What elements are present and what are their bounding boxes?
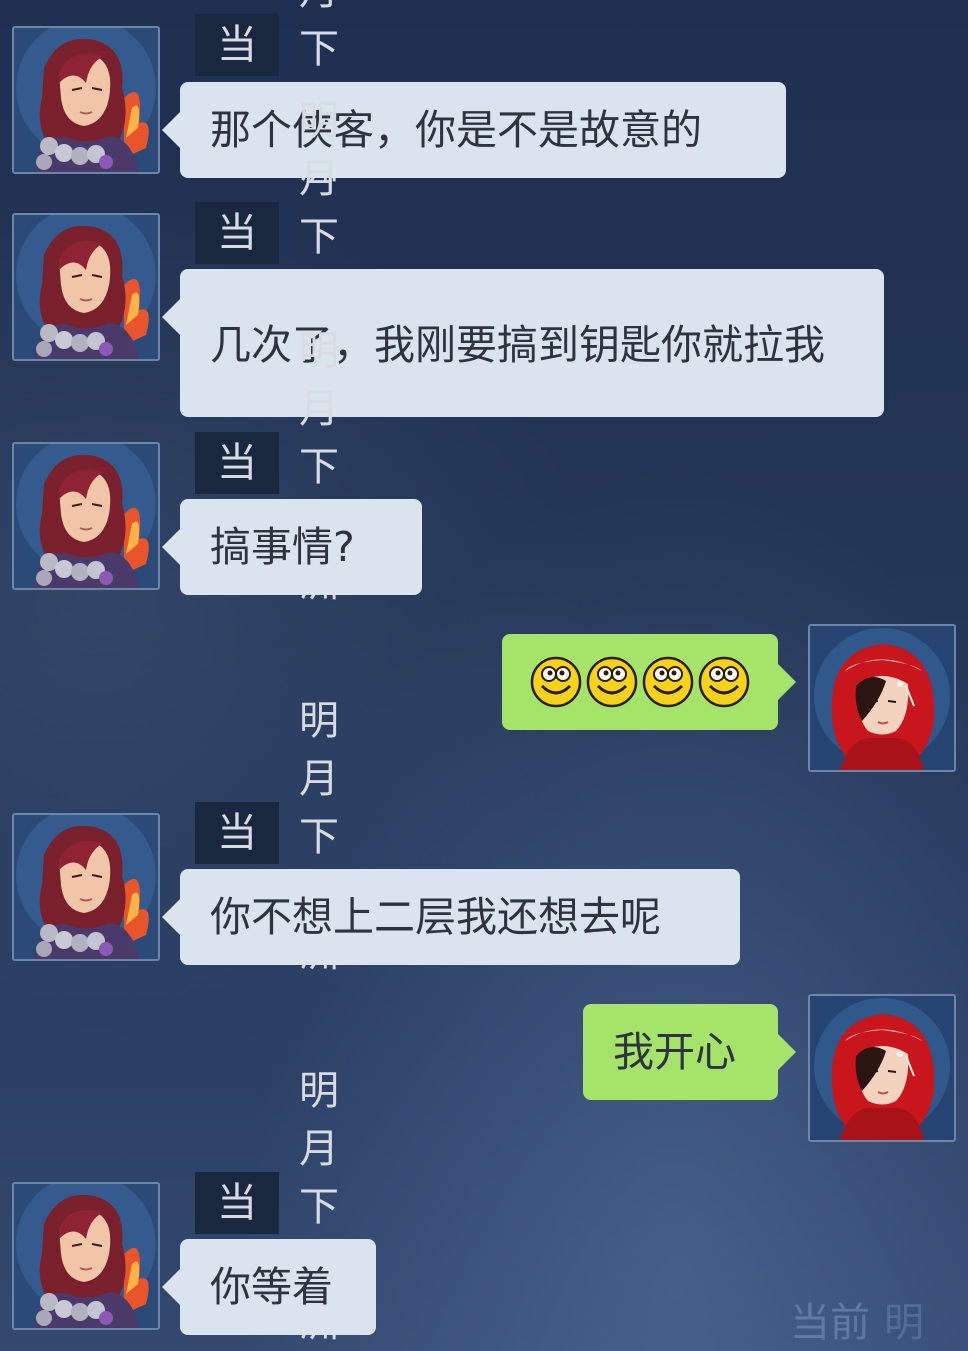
message-text: 你等着 bbox=[210, 1263, 333, 1311]
message-text: 搞事情? bbox=[210, 523, 355, 571]
emoji-row bbox=[530, 656, 750, 708]
message-bubble[interactable]: 搞事情? bbox=[162, 499, 422, 595]
message-header: 当前 明月下南洲 bbox=[195, 698, 339, 976]
message-text: 你不想上二层我还想去呢 bbox=[210, 893, 661, 941]
self-avatar[interactable] bbox=[808, 624, 956, 772]
sender-avatar[interactable] bbox=[12, 213, 160, 361]
smiley-emoji-icon bbox=[698, 656, 750, 708]
message-text: 我开心 bbox=[613, 1028, 736, 1076]
message-header: 当前 明月下南洲 bbox=[195, 328, 339, 606]
watermark-name: 明 bbox=[884, 1300, 924, 1346]
smiley-emoji-icon bbox=[642, 656, 694, 708]
watermark-channel: 当前 bbox=[790, 1300, 870, 1346]
smiley-emoji-icon bbox=[586, 656, 638, 708]
message-bubble[interactable]: 你等着 bbox=[162, 1239, 376, 1335]
message-bubble[interactable]: 我开心 bbox=[583, 1004, 796, 1100]
message-header: 当前 明月下南洲 bbox=[195, 0, 339, 188]
channel-tag[interactable]: 当前 bbox=[195, 14, 279, 130]
message-bubble[interactable] bbox=[502, 634, 796, 730]
message-bubble[interactable]: 几次了，我刚要搞到钥匙你就拉我 bbox=[162, 269, 884, 417]
scrolling-header-watermark: 当前 明 bbox=[790, 1290, 924, 1348]
channel-tag[interactable]: 当前 bbox=[195, 202, 279, 318]
smiley-emoji-icon bbox=[530, 656, 582, 708]
sender-avatar[interactable] bbox=[12, 1182, 160, 1330]
message-bubble[interactable]: 你不想上二层我还想去呢 bbox=[162, 869, 740, 965]
channel-tag[interactable]: 当前 bbox=[195, 1172, 279, 1288]
message-bubble[interactable]: 那个侠客，你是不是故意的 bbox=[162, 82, 786, 178]
channel-tag[interactable]: 当前 bbox=[195, 802, 279, 918]
sender-avatar[interactable] bbox=[12, 442, 160, 590]
message-header: 当前 明月下南洲 bbox=[195, 98, 339, 376]
channel-tag[interactable]: 当前 bbox=[195, 432, 279, 548]
message-text: 那个侠客，你是不是故意的 bbox=[210, 106, 702, 154]
self-avatar[interactable] bbox=[808, 994, 956, 1142]
sender-avatar[interactable] bbox=[12, 26, 160, 174]
sender-avatar[interactable] bbox=[12, 813, 160, 961]
message-header: 当前 明月下南洲 bbox=[195, 1068, 339, 1346]
